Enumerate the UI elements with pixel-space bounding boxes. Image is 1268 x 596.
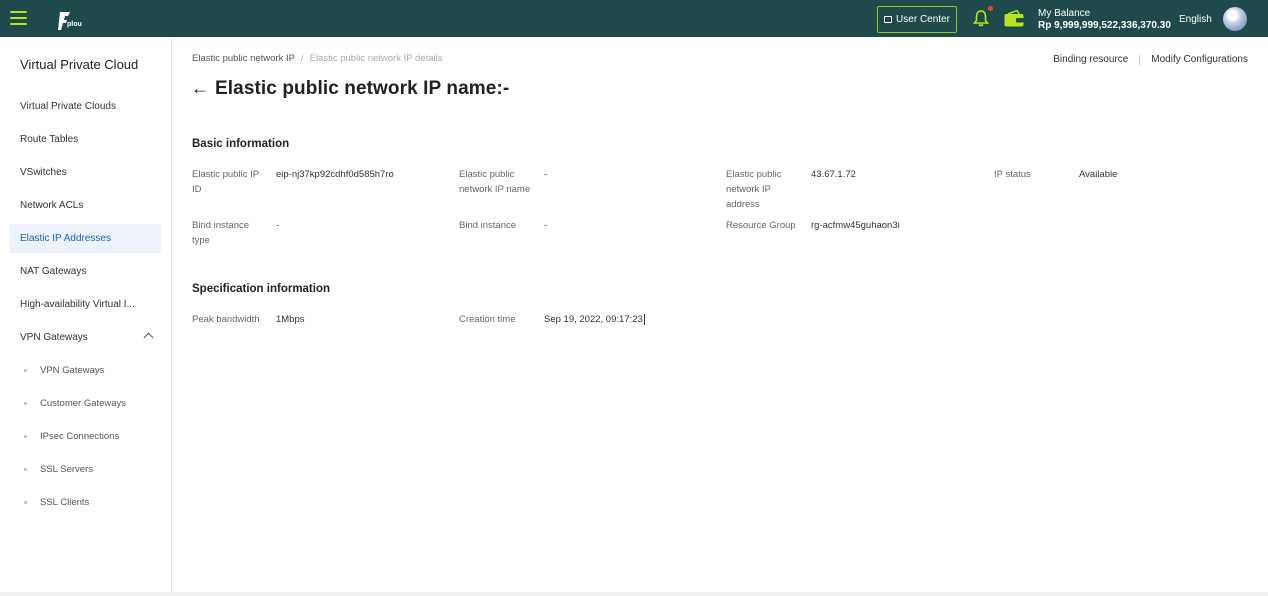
sidebar-title: Virtual Private Cloud [20, 57, 139, 72]
sidebar-item-label: Elastic IP Addresses [20, 233, 111, 244]
field-value-eip-id: eip-nj37kp92cdhf0d585h7ro [276, 169, 394, 180]
field-value-peak-bandwidth: 1Mbps [276, 314, 305, 325]
sidebar-subitem-vpn-gateways[interactable]: VPN Gateways [20, 358, 161, 382]
sidebar-subitem-label: SSL Servers [40, 463, 93, 475]
sidebar-item-virtual-private-clouds[interactable]: Virtual Private Clouds [10, 92, 161, 121]
text-cursor [643, 313, 645, 325]
sidebar-item-vswitches[interactable]: VSwitches [10, 158, 161, 187]
hamburger-menu-icon[interactable] [10, 11, 27, 25]
field-label-eip-id: Elastic public IP ID [192, 169, 259, 195]
modify-configurations-link[interactable]: Modify Configurations [1151, 54, 1248, 65]
breadcrumb-current: Elastic public network IP details [309, 53, 443, 64]
sidebar-subitem-ipsec-connections[interactable]: IPsec Connections [20, 424, 161, 448]
field-label-eip-address: Elastic public network IP address [726, 169, 782, 210]
sidebar-item-elastic-ip-addresses[interactable]: Elastic IP Addresses [10, 224, 161, 253]
field-value-creation-time: Sep 19, 2022, 09:17:23 [544, 312, 645, 327]
wallet-icon[interactable] [1004, 10, 1024, 27]
sidebar-subitem-label: SSL Clients [40, 496, 90, 508]
field-value-eip-address: 43.67.1.72 [811, 169, 856, 180]
sidebar-item-nat-gateways[interactable]: NAT Gateways [10, 257, 161, 286]
sidebar-item-label: Route Tables [20, 134, 79, 145]
field-label-peak-bandwidth: Peak bandwidth [192, 314, 260, 325]
breadcrumb-parent-link[interactable]: Elastic public network IP [192, 53, 295, 64]
notification-dot [988, 6, 993, 11]
sidebar-item-network-acls[interactable]: Network ACLs [10, 191, 161, 220]
sidebar-subitem-ssl-clients[interactable]: SSL Clients [20, 490, 161, 514]
sidebar-item-route-tables[interactable]: Route Tables [10, 125, 161, 154]
field-value-resource-group: rg-acfmw45guhaon3i [811, 220, 900, 231]
back-arrow-icon[interactable]: ← [191, 78, 209, 99]
sidebar-subitem-label: VPN Gateways [40, 364, 105, 376]
breadcrumb: Elastic public network IP / Elastic public… [192, 53, 443, 64]
chevron-up-icon[interactable] [143, 332, 154, 343]
field-value-ip-status: Available [1079, 169, 1118, 180]
field-label-ip-status: IP status [994, 169, 1031, 180]
user-center-button[interactable]: User Center [877, 6, 957, 33]
field-label-bind-instance-type: Bind instance type [192, 220, 250, 246]
sidebar-subitem-customer-gateways[interactable]: Customer Gateways [20, 391, 161, 415]
field-label-eip-name: Elastic public network IP name [459, 169, 531, 195]
sidebar-item-label: NAT Gateways [20, 266, 87, 277]
top-bar: plou User Center My Balance Rp 9,999,999… [0, 0, 1268, 37]
sidebar-item-label: VPN Gateways [20, 332, 88, 343]
sidebar-subitem-ssl-servers[interactable]: SSL Servers [20, 457, 161, 481]
sidebar-item-label: Virtual Private Clouds [20, 101, 116, 112]
language-selector[interactable]: English [1179, 14, 1212, 25]
bottom-strip [0, 592, 1268, 596]
balance-label: My Balance [1038, 8, 1091, 19]
sidebar-item-label: VSwitches [20, 167, 67, 178]
sidebar-subitem-label: Customer Gateways [40, 397, 127, 409]
breadcrumb-separator: / [300, 53, 304, 64]
page-title: Elastic public network IP name:- [215, 78, 510, 99]
creation-time-text: Sep 19, 2022, 09:17:23 [544, 314, 643, 325]
field-value-bind-instance-type: - [276, 220, 280, 231]
sidebar-item-label: Network ACLs [20, 200, 84, 211]
field-label-creation-time: Creation time [459, 314, 516, 325]
action-divider [1139, 54, 1141, 65]
sidebar: Virtual Private Cloud Virtual Private Cl… [0, 37, 172, 596]
user-center-label: User Center [896, 14, 950, 25]
monitor-icon [884, 16, 893, 23]
bell-icon[interactable] [973, 9, 989, 27]
field-value-eip-name: - [544, 169, 548, 180]
avatar[interactable] [1223, 7, 1247, 31]
sidebar-subitem-label: IPsec Connections [40, 430, 120, 442]
field-label-resource-group: Resource Group [726, 220, 796, 231]
basic-information-heading: Basic information [192, 138, 290, 150]
logo-text: plou [67, 21, 82, 28]
field-label-bind-instance: Bind instance [459, 220, 517, 231]
specification-information-heading: Specification information [192, 283, 331, 295]
field-value-bind-instance: - [544, 220, 548, 231]
header-actions: Binding resource Modify Configurations [1053, 54, 1248, 65]
sidebar-item-high-availability-virtual-ip[interactable]: High-availability Virtual I... [10, 290, 161, 319]
sidebar-item-vpn-gateways-group[interactable]: VPN Gateways [10, 323, 161, 352]
binding-resource-link[interactable]: Binding resource [1053, 54, 1128, 65]
sidebar-item-label: High-availability Virtual I... [20, 299, 135, 310]
balance-value: Rp 9,999,999,522,336,370.30 [1038, 20, 1171, 31]
